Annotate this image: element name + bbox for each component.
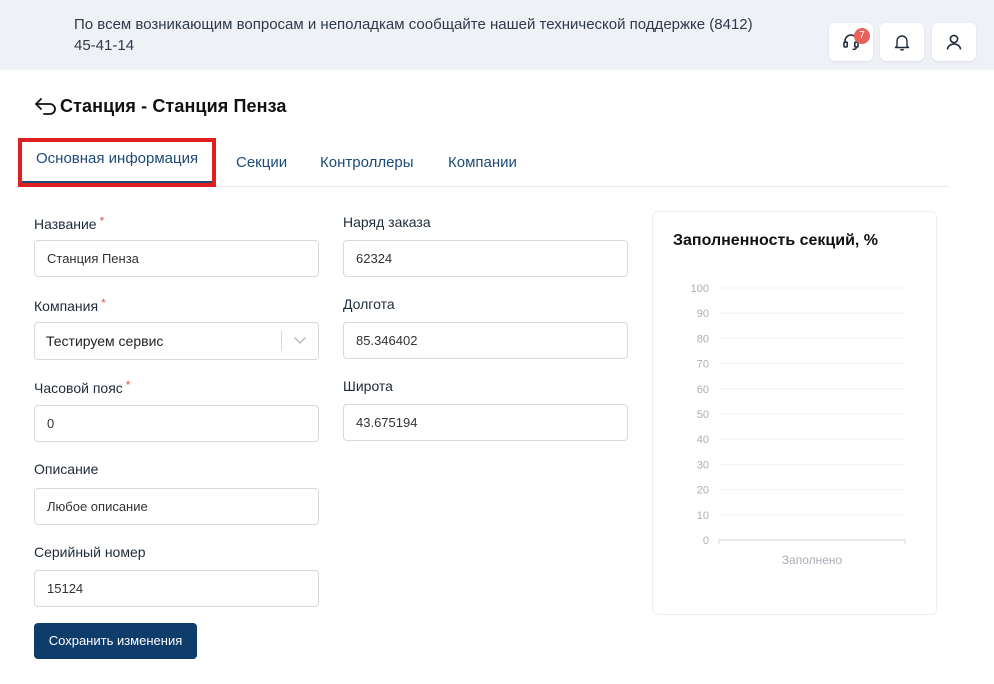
longitude-label: Долгота — [343, 296, 395, 312]
active-tab-indicator — [22, 181, 213, 183]
required-mark: * — [99, 214, 105, 228]
y-tick-label: 90 — [697, 308, 709, 320]
user-icon — [946, 34, 962, 50]
tab-main-info[interactable]: Основная информация — [18, 138, 217, 187]
support-count-badge: 7 — [854, 28, 870, 44]
serial-number-field[interactable] — [34, 570, 319, 607]
latitude-field[interactable] — [343, 404, 628, 441]
y-tick-label: 80 — [697, 333, 709, 345]
tab-bar: Основная информация Секции Контроллеры К… — [18, 138, 949, 187]
y-tick-label: 20 — [697, 485, 709, 497]
order-field[interactable] — [343, 240, 628, 277]
back-arrow-icon[interactable] — [34, 95, 60, 117]
top-banner: По всем возникающим вопросам и неполадка… — [0, 0, 994, 70]
timezone-label: Часовой пояс * — [34, 378, 130, 396]
tab-sections[interactable]: Секции — [236, 142, 287, 186]
chart-card: Заполненность секций, % 0 10 20 30 40 50 60 70 8… — [652, 211, 937, 615]
y-tick-label: 50 — [697, 409, 709, 421]
bell-icon — [894, 35, 910, 51]
y-tick-label: 70 — [697, 359, 709, 371]
tab-controllers[interactable]: Контроллеры — [320, 142, 414, 186]
required-mark: * — [125, 378, 131, 392]
description-field[interactable] — [34, 488, 319, 525]
name-field[interactable] — [34, 240, 319, 277]
company-select[interactable]: Тестируем сервис — [34, 322, 319, 360]
timezone-label-text: Часовой пояс — [34, 380, 123, 396]
y-tick-label: 60 — [697, 384, 709, 396]
support-notice: По всем возникающим вопросам и неполадка… — [74, 16, 753, 54]
y-tick-label: 100 — [691, 283, 709, 295]
chevron-down-icon[interactable] — [292, 334, 308, 348]
select-divider — [281, 331, 282, 351]
name-label: Название * — [34, 214, 104, 232]
serial-number-label: Серийный номер — [34, 544, 146, 560]
order-label: Наряд заказа — [343, 214, 431, 230]
y-tick-label: 30 — [697, 459, 709, 471]
profile-button[interactable] — [932, 23, 976, 61]
save-changes-button[interactable]: Сохранить изменения — [34, 623, 197, 659]
page-header: Станция - Станция Пенза — [34, 94, 287, 118]
x-axis-line — [718, 539, 906, 544]
y-tick-label: 0 — [703, 535, 709, 547]
y-tick-label: 10 — [697, 510, 709, 522]
required-mark: * — [101, 296, 106, 310]
longitude-field[interactable] — [343, 322, 628, 359]
support-button[interactable]: 7 — [829, 23, 873, 61]
notifications-button[interactable] — [880, 23, 924, 61]
timezone-field[interactable] — [34, 405, 319, 442]
x-category-label: Заполнено — [782, 553, 843, 567]
tab-main-info-label: Основная информация — [36, 150, 199, 167]
company-label: Компания * — [34, 296, 106, 314]
latitude-label: Широта — [343, 378, 393, 394]
company-select-value: Тестируем сервис — [46, 333, 164, 349]
page-title: Станция - Станция Пенза — [60, 95, 287, 116]
name-label-text: Название — [34, 216, 97, 232]
fill-chart: 0 10 20 30 40 50 60 70 80 90 100 Заполнено — [691, 283, 906, 567]
y-tick-label: 40 — [697, 434, 709, 446]
tab-companies[interactable]: Компании — [448, 142, 517, 186]
company-label-text: Компания — [34, 298, 99, 314]
description-label: Описание — [34, 461, 99, 477]
